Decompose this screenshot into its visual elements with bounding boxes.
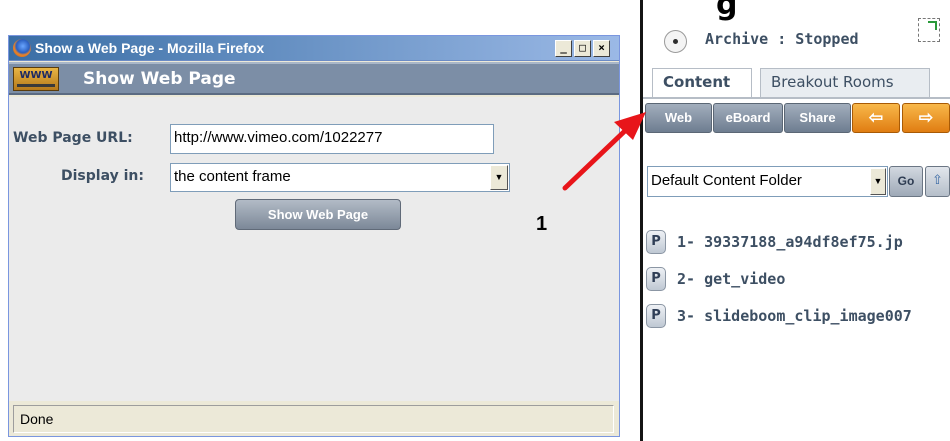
folder-up-icon[interactable]: ⇧ [925, 166, 950, 197]
list-item[interactable]: P 1- 39337188_a94df8ef75.jp [646, 230, 950, 256]
status-bar: Done [13, 405, 614, 433]
url-label: Web Page URL: [13, 130, 133, 146]
maximize-button[interactable]: □ [574, 40, 591, 57]
dialog-header: WWW Show Web Page [9, 62, 619, 95]
list-item[interactable]: P 3- slideboom_clip_image007 [646, 304, 950, 330]
tab-breakout-rooms[interactable]: Breakout Rooms [760, 68, 930, 97]
window-titlebar[interactable]: Show a Web Page - Mozilla Firefox _ □ × [9, 36, 619, 61]
annotation-number: 1 [536, 213, 548, 235]
archive-status: Archive : Stopped [705, 30, 859, 48]
partial-heading: g [716, 0, 738, 22]
left-arrow-icon[interactable]: ⇦ [852, 103, 900, 133]
archive-radio[interactable] [664, 30, 687, 53]
presentation-icon: P [646, 267, 666, 291]
file-name: 3- slideboom_clip_image007 [677, 307, 912, 325]
file-name: 2- get_video [677, 270, 786, 288]
chevron-down-icon[interactable]: ▼ [870, 168, 886, 195]
chevron-down-icon[interactable]: ▼ [490, 165, 508, 190]
display-in-select[interactable]: the content frame ▼ [170, 163, 510, 192]
www-icon: WWW [13, 67, 59, 91]
file-name: 1- 39337188_a94df8ef75.jp [677, 233, 903, 251]
tab-underline [643, 97, 950, 99]
page-export-icon[interactable] [918, 18, 940, 42]
tab-content[interactable]: Content [652, 68, 752, 97]
content-folder-select[interactable]: Default Content Folder ▼ [647, 166, 888, 197]
eboard-button[interactable]: eBoard [713, 103, 783, 133]
dialog-title: Show Web Page [83, 69, 236, 89]
presentation-icon: P [646, 304, 666, 328]
display-in-value: the content frame [174, 168, 291, 185]
minimize-button[interactable]: _ [555, 40, 572, 57]
display-in-label: Display in: [61, 168, 144, 184]
window-title: Show a Web Page - Mozilla Firefox [35, 40, 265, 56]
list-item[interactable]: P 2- get_video [646, 267, 950, 293]
url-input[interactable]: http://www.vimeo.com/1022277 [170, 124, 494, 154]
arrow-shaft [562, 125, 631, 191]
right-arrow-icon[interactable]: ⇨ [902, 103, 950, 133]
firefox-logo-icon [13, 39, 31, 57]
share-button[interactable]: Share [784, 103, 851, 133]
go-button[interactable]: Go [889, 166, 923, 197]
close-button[interactable]: × [593, 40, 610, 57]
show-web-page-button[interactable]: Show Web Page [235, 199, 401, 230]
